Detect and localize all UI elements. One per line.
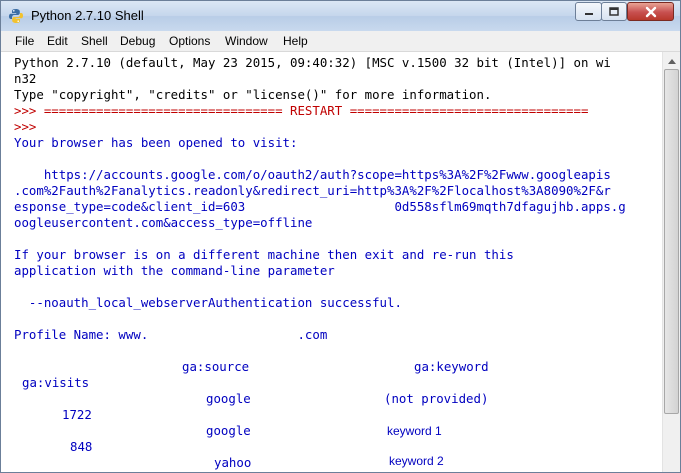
table-cell-source: google [206,391,251,406]
chevron-up-icon [667,58,676,64]
output-line: application with the command-line parame… [14,263,335,278]
output-line: https://accounts.google.com/o/oauth2/aut… [14,167,611,182]
table-cell-source: google [206,423,251,438]
menu-debug[interactable]: Debug [120,34,155,48]
menu-bar: File Edit Shell Debug Options Window Hel… [1,31,680,52]
banner-line: Python 2.7.10 (default, May 23 2015, 09:… [14,55,611,70]
table-cell-source: yahoo [214,455,252,470]
restart-line: >>> ================================ RES… [14,103,589,118]
vertical-scrollbar[interactable] [662,52,680,472]
menu-shell[interactable]: Shell [81,34,108,48]
banner-line: Type "copyright", "credits" or "license(… [14,87,492,102]
output-line: --noauth_local_webserverAuthentication s… [14,295,402,310]
menu-window[interactable]: Window [225,34,268,48]
shell-prompt: >>> [14,119,37,134]
output-line: oogleusercontent.com&access_type=offline [14,215,313,230]
shell-output[interactable]: Python 2.7.10 (default, May 23 2015, 09:… [1,52,662,472]
table-cell-keyword: keyword 1 [387,424,442,438]
table-cell-visits: 1722 [62,407,92,422]
close-button[interactable] [627,2,674,21]
menu-options[interactable]: Options [169,34,210,48]
python-shell-window: Python 2.7.10 Shell File Edit Shell Debu… [0,0,681,473]
maximize-button[interactable] [601,2,627,21]
title-bar[interactable]: Python 2.7.10 Shell [1,1,680,31]
menu-file[interactable]: File [15,34,34,48]
minimize-icon [584,12,593,15]
maximize-icon [609,6,619,16]
column-header-keyword: ga:keyword [414,359,489,374]
menu-help[interactable]: Help [283,34,308,48]
minimize-button[interactable] [575,2,602,21]
close-icon [645,6,656,17]
menu-edit[interactable]: Edit [47,34,68,48]
python-logo-icon [9,9,23,23]
table-cell-visits: 848 [70,439,93,454]
table-cell-keyword: keyword 2 [389,454,444,468]
window-title: Python 2.7.10 Shell [31,8,144,23]
output-line: esponse_type=code&client_id=603 0d558sfl… [14,199,626,214]
banner-line: n32 [14,71,37,86]
output-line: If your browser is on a different machin… [14,247,514,262]
output-line: .com%2Fauth%2Fanalytics.readonly&redirec… [14,183,611,198]
table-cell-keyword: (not provided) [384,391,489,406]
scrollbar-thumb[interactable] [664,69,679,414]
profile-line: Profile Name: www. .com [14,327,328,342]
scroll-up-button[interactable] [663,52,680,69]
column-header-visits: ga:visits [22,375,90,390]
output-line: Your browser has been opened to visit: [14,135,298,150]
column-header-source: ga:source [182,359,250,374]
